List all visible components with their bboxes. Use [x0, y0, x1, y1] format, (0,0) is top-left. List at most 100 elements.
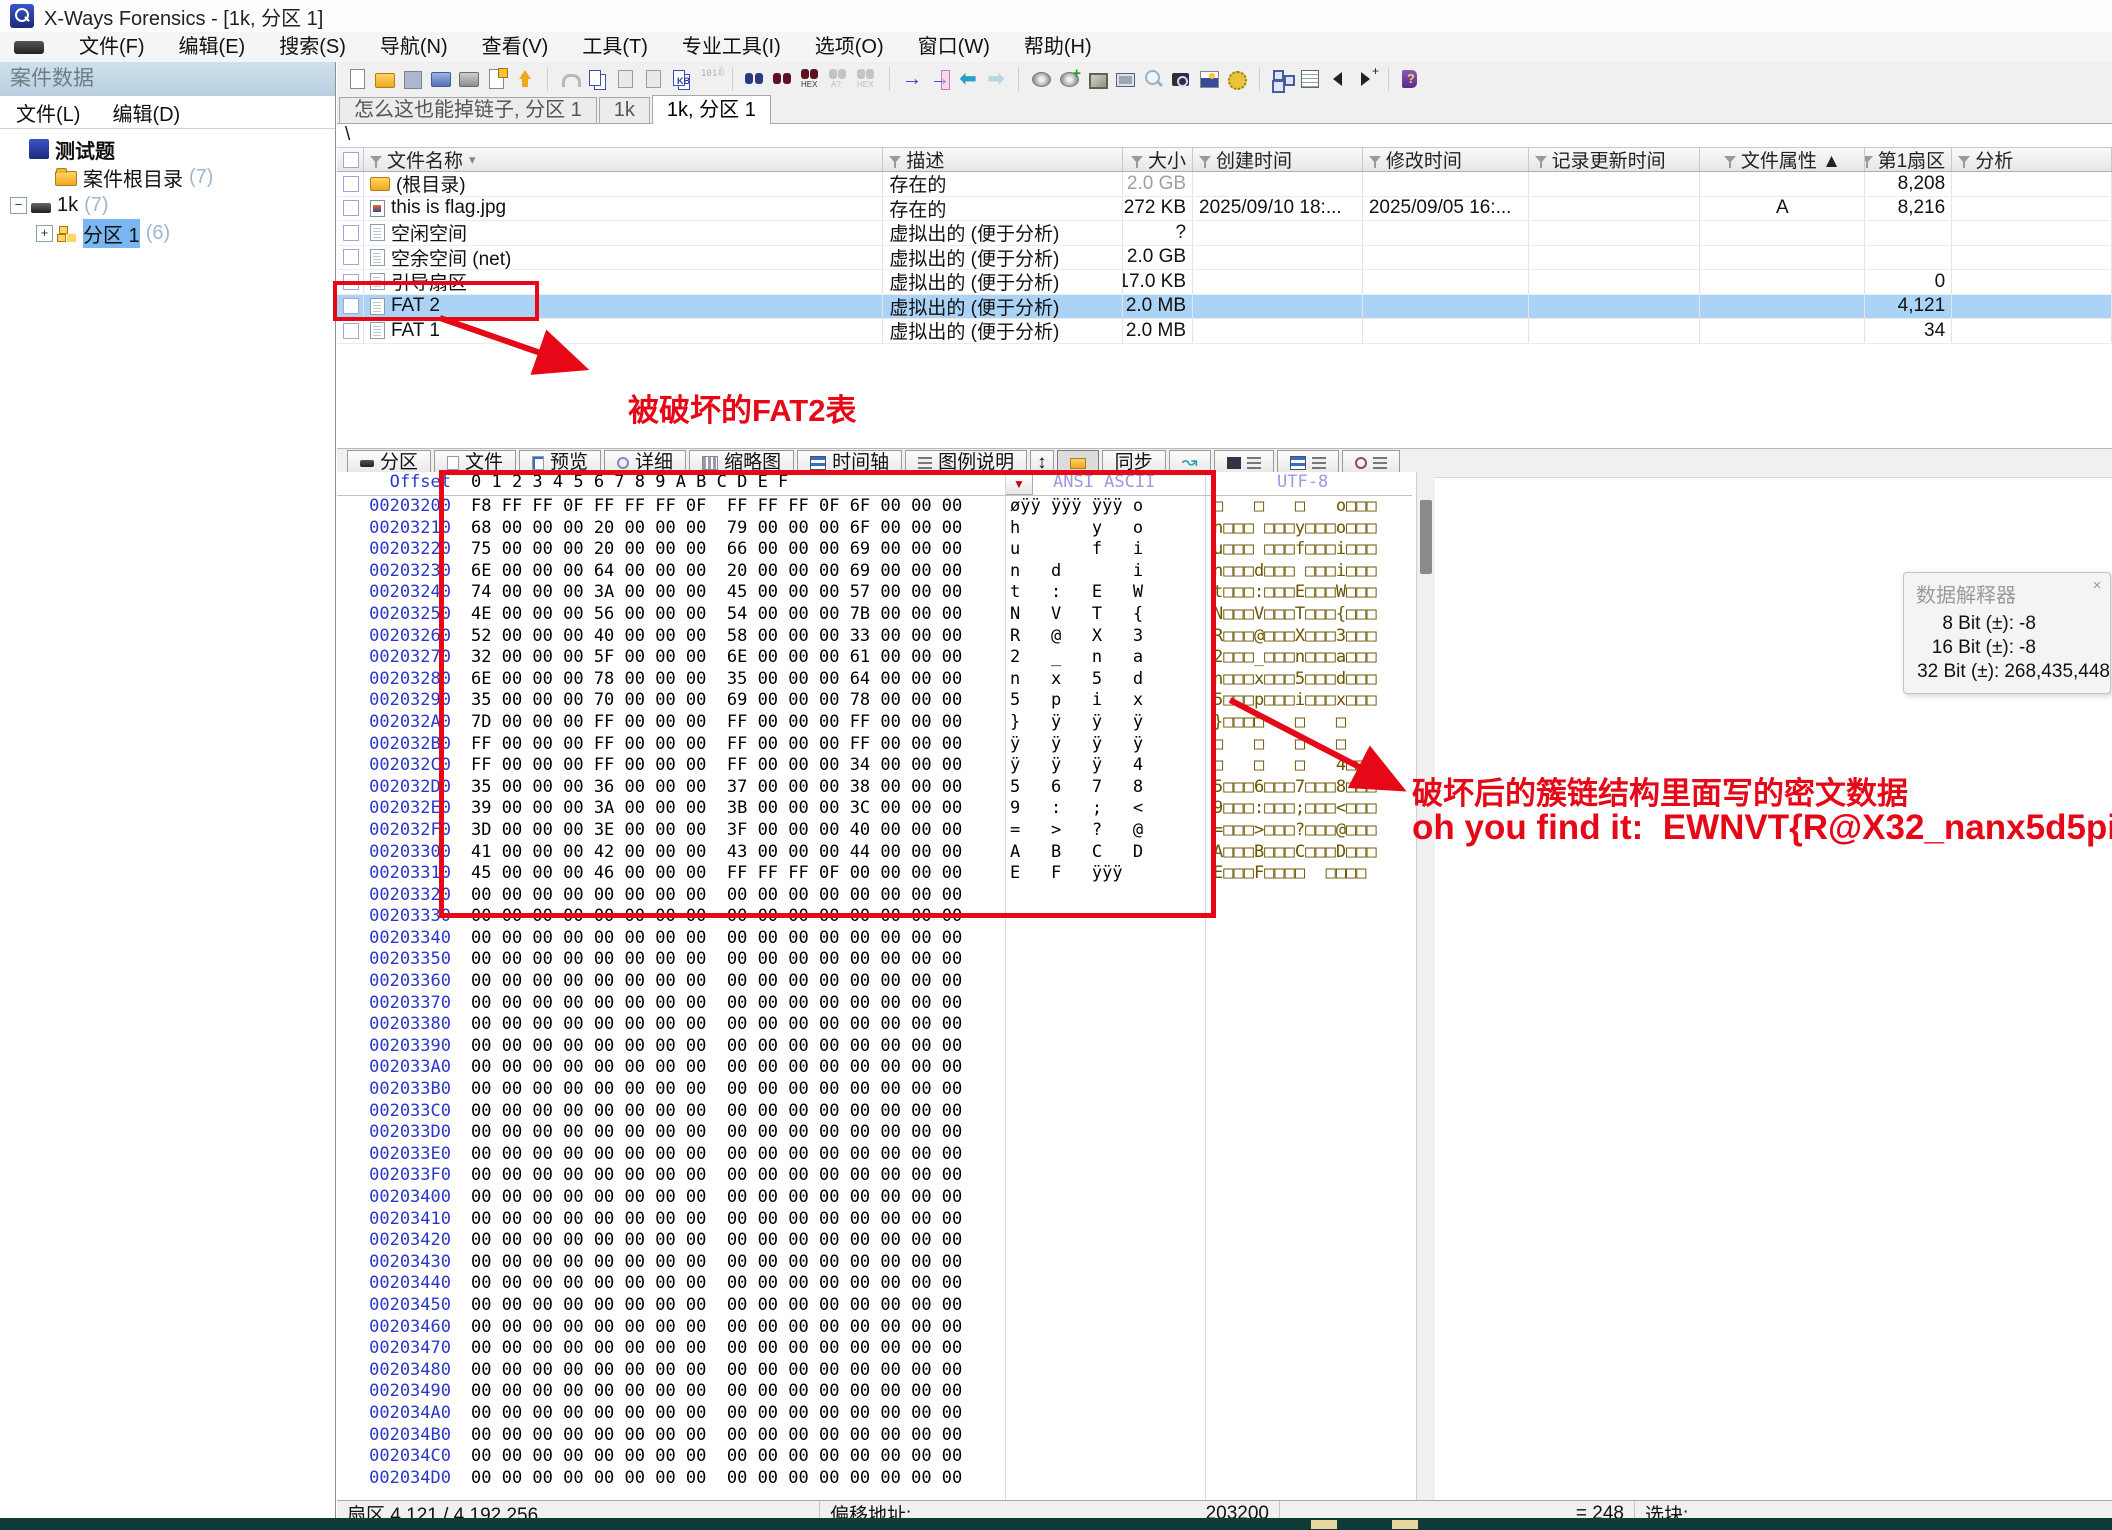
- paste-into-icon[interactable]: [642, 67, 666, 91]
- save-icon[interactable]: [401, 67, 425, 91]
- tree-item-测试题[interactable]: 测试题: [0, 135, 335, 163]
- column-header-6[interactable]: 记录更新时间: [1529, 148, 1701, 171]
- hex-row[interactable]: 0020345000 00 00 00 00 00 00 00 00 00 00…: [337, 1295, 1416, 1317]
- hex-row[interactable]: 0020341000 00 00 00 00 00 00 00 00 00 00…: [337, 1209, 1416, 1231]
- forward-icon[interactable]: ➡: [984, 67, 1008, 91]
- text-search-disabled-icon[interactable]: [827, 67, 851, 91]
- table-row[interactable]: 空闲空间虚拟出的 (便于分析)?: [337, 221, 2112, 246]
- hex-row[interactable]: 002033A000 00 00 00 00 00 00 00 00 00 00…: [337, 1057, 1416, 1079]
- hex-row[interactable]: 0020349000 00 00 00 00 00 00 00 00 00 00…: [337, 1381, 1416, 1403]
- ram-icon[interactable]: [1085, 67, 1109, 91]
- folder-up-icon[interactable]: [513, 67, 537, 91]
- sort-dropdown-icon[interactable]: ▾: [469, 152, 476, 168]
- table-row[interactable]: FAT 2虚拟出的 (便于分析)2.0 MB4,121: [337, 295, 2112, 320]
- column-header-9[interactable]: 分析: [1952, 148, 2112, 171]
- go-to-block-icon[interactable]: →: [928, 67, 952, 91]
- open-disk-icon[interactable]: [1029, 67, 1053, 91]
- column-header-8[interactable]: 第1扇区: [1865, 148, 1952, 171]
- hex-row[interactable]: 002034B000 00 00 00 00 00 00 00 00 00 00…: [337, 1425, 1416, 1447]
- paste-icon[interactable]: [614, 67, 638, 91]
- hex-row[interactable]: 0020347000 00 00 00 00 00 00 00 00 00 00…: [337, 1338, 1416, 1360]
- capture-icon[interactable]: [1169, 67, 1193, 91]
- back-icon[interactable]: ⬅: [956, 67, 980, 91]
- select-all-checkbox[interactable]: [343, 152, 359, 168]
- hex-row[interactable]: 0020346000 00 00 00 00 00 00 00 00 00 00…: [337, 1317, 1416, 1339]
- table-row[interactable]: (根目录)存在的2.0 GB8,208: [337, 172, 2112, 197]
- hex-row[interactable]: 0020336000 00 00 00 00 00 00 00 00 00 00…: [337, 971, 1416, 993]
- hex-row[interactable]: 002034A000 00 00 00 00 00 00 00 00 00 00…: [337, 1403, 1416, 1425]
- column-header-3[interactable]: 大小: [1123, 148, 1193, 171]
- table-row[interactable]: this is flag.jpg存在的272 KB2025/09/10 18:.…: [337, 197, 2112, 222]
- menu-item-4[interactable]: 导航(N): [363, 32, 465, 62]
- hex-row[interactable]: 002033C000 00 00 00 00 00 00 00 00 00 00…: [337, 1101, 1416, 1123]
- next-item-icon[interactable]: [1354, 67, 1378, 91]
- add-disk-icon[interactable]: [1057, 67, 1081, 91]
- case-tree-icon[interactable]: [1270, 67, 1294, 91]
- simultaneous-search-icon[interactable]: [771, 67, 795, 91]
- hex-row[interactable]: 0020335000 00 00 00 00 00 00 00 00 00 00…: [337, 949, 1416, 971]
- row-checkbox[interactable]: [343, 249, 359, 265]
- hex-row[interactable]: 0020340000 00 00 00 00 00 00 00 00 00 00…: [337, 1187, 1416, 1209]
- hex-row[interactable]: 002033B000 00 00 00 00 00 00 00 00 00 00…: [337, 1079, 1416, 1101]
- hex-scrollbar[interactable]: [1416, 472, 1435, 1500]
- offset-column-header[interactable]: Offset: [337, 472, 451, 492]
- hex-row[interactable]: 0020348000 00 00 00 00 00 00 00 00 00 00…: [337, 1360, 1416, 1382]
- menu-item-10[interactable]: 帮助(H): [1007, 32, 1109, 62]
- menu-item-3[interactable]: 搜索(S): [262, 32, 363, 62]
- filter-funnel-icon[interactable]: [370, 156, 382, 163]
- hex-row[interactable]: 002034D000 00 00 00 00 00 00 00 00 00 00…: [337, 1468, 1416, 1490]
- hex-row[interactable]: 002033F000 00 00 00 00 00 00 00 00 00 00…: [337, 1165, 1416, 1187]
- filter-funnel-icon[interactable]: [1535, 156, 1547, 163]
- menu-item-8[interactable]: 选项(O): [798, 32, 901, 62]
- tree-item-分区 1[interactable]: +分区 1(6): [0, 219, 335, 247]
- menu-item-2[interactable]: 编辑(E): [162, 32, 263, 62]
- open-folder-icon[interactable]: [373, 67, 397, 91]
- column-header-2[interactable]: 描述: [883, 148, 1123, 171]
- copy-hex-icon[interactable]: [670, 67, 694, 91]
- row-checkbox[interactable]: [343, 323, 359, 339]
- print-preview-icon[interactable]: [429, 67, 453, 91]
- expand-icon[interactable]: +: [36, 225, 53, 242]
- filter-funnel-icon[interactable]: [1131, 156, 1143, 163]
- table-row[interactable]: FAT 1虚拟出的 (便于分析)2.0 MB34: [337, 319, 2112, 344]
- hex-row[interactable]: 0020343000 00 00 00 00 00 00 00 00 00 00…: [337, 1252, 1416, 1274]
- hex-search-icon[interactable]: [799, 67, 823, 91]
- hex-row[interactable]: 002034C000 00 00 00 00 00 00 00 00 00 00…: [337, 1446, 1416, 1468]
- menu-item-7[interactable]: 专业工具(I): [665, 32, 798, 62]
- tree-item-案件根目录[interactable]: 案件根目录(7): [0, 163, 335, 191]
- directory-browser-icon[interactable]: [1298, 67, 1322, 91]
- hex-row[interactable]: 0020342000 00 00 00 00 00 00 00 00 00 00…: [337, 1230, 1416, 1252]
- print-icon[interactable]: [457, 67, 481, 91]
- properties-icon[interactable]: [485, 67, 509, 91]
- search-icon[interactable]: [743, 67, 767, 91]
- filter-funnel-icon[interactable]: [889, 156, 901, 163]
- options-gear-icon[interactable]: [1225, 67, 1249, 91]
- tab-1k, 分区 1[interactable]: 1k, 分区 1: [652, 95, 771, 124]
- hex-row[interactable]: 0020337000 00 00 00 00 00 00 00 00 00 00…: [337, 993, 1416, 1015]
- tab-怎么这也能掉链子, 分区 1[interactable]: 怎么这也能掉链子, 分区 1: [339, 97, 597, 123]
- hex-row[interactable]: 0020344000 00 00 00 00 00 00 00 00 00 00…: [337, 1273, 1416, 1295]
- tree-item-1k[interactable]: −1k(7): [0, 191, 335, 219]
- table-row[interactable]: 引导扇区虚拟出的 (便于分析)17.0 KB0: [337, 270, 2112, 295]
- case-menu-item-1[interactable]: 文件(L): [0, 98, 96, 127]
- new-file-icon[interactable]: [345, 67, 369, 91]
- filter-funnel-icon[interactable]: [1958, 156, 1970, 163]
- filter-funnel-icon[interactable]: [1369, 156, 1381, 163]
- go-to-offset-icon[interactable]: →: [900, 67, 924, 91]
- hex-row[interactable]: 0020334000 00 00 00 00 00 00 00 00 00 00…: [337, 928, 1416, 950]
- column-header-5[interactable]: 修改时间: [1363, 148, 1529, 171]
- collapse-icon[interactable]: −: [10, 197, 27, 214]
- column-header-1[interactable]: 文件名称▾: [364, 148, 883, 171]
- row-checkbox[interactable]: [343, 176, 359, 192]
- row-checkbox[interactable]: [343, 225, 359, 241]
- filter-funnel-icon[interactable]: [1865, 156, 1872, 163]
- filter-funnel-icon[interactable]: [1199, 156, 1211, 163]
- calculator-icon[interactable]: [1113, 67, 1137, 91]
- hex-row[interactable]: 002033E000 00 00 00 00 00 00 00 00 00 00…: [337, 1144, 1416, 1166]
- menu-item-5[interactable]: 查看(V): [465, 32, 566, 62]
- row-checkbox[interactable]: [343, 200, 359, 216]
- undo-icon[interactable]: [558, 67, 582, 91]
- menu-item-9[interactable]: 窗口(W): [901, 32, 1007, 62]
- gallery-icon[interactable]: [1197, 67, 1221, 91]
- help-book-icon[interactable]: [1399, 67, 1423, 91]
